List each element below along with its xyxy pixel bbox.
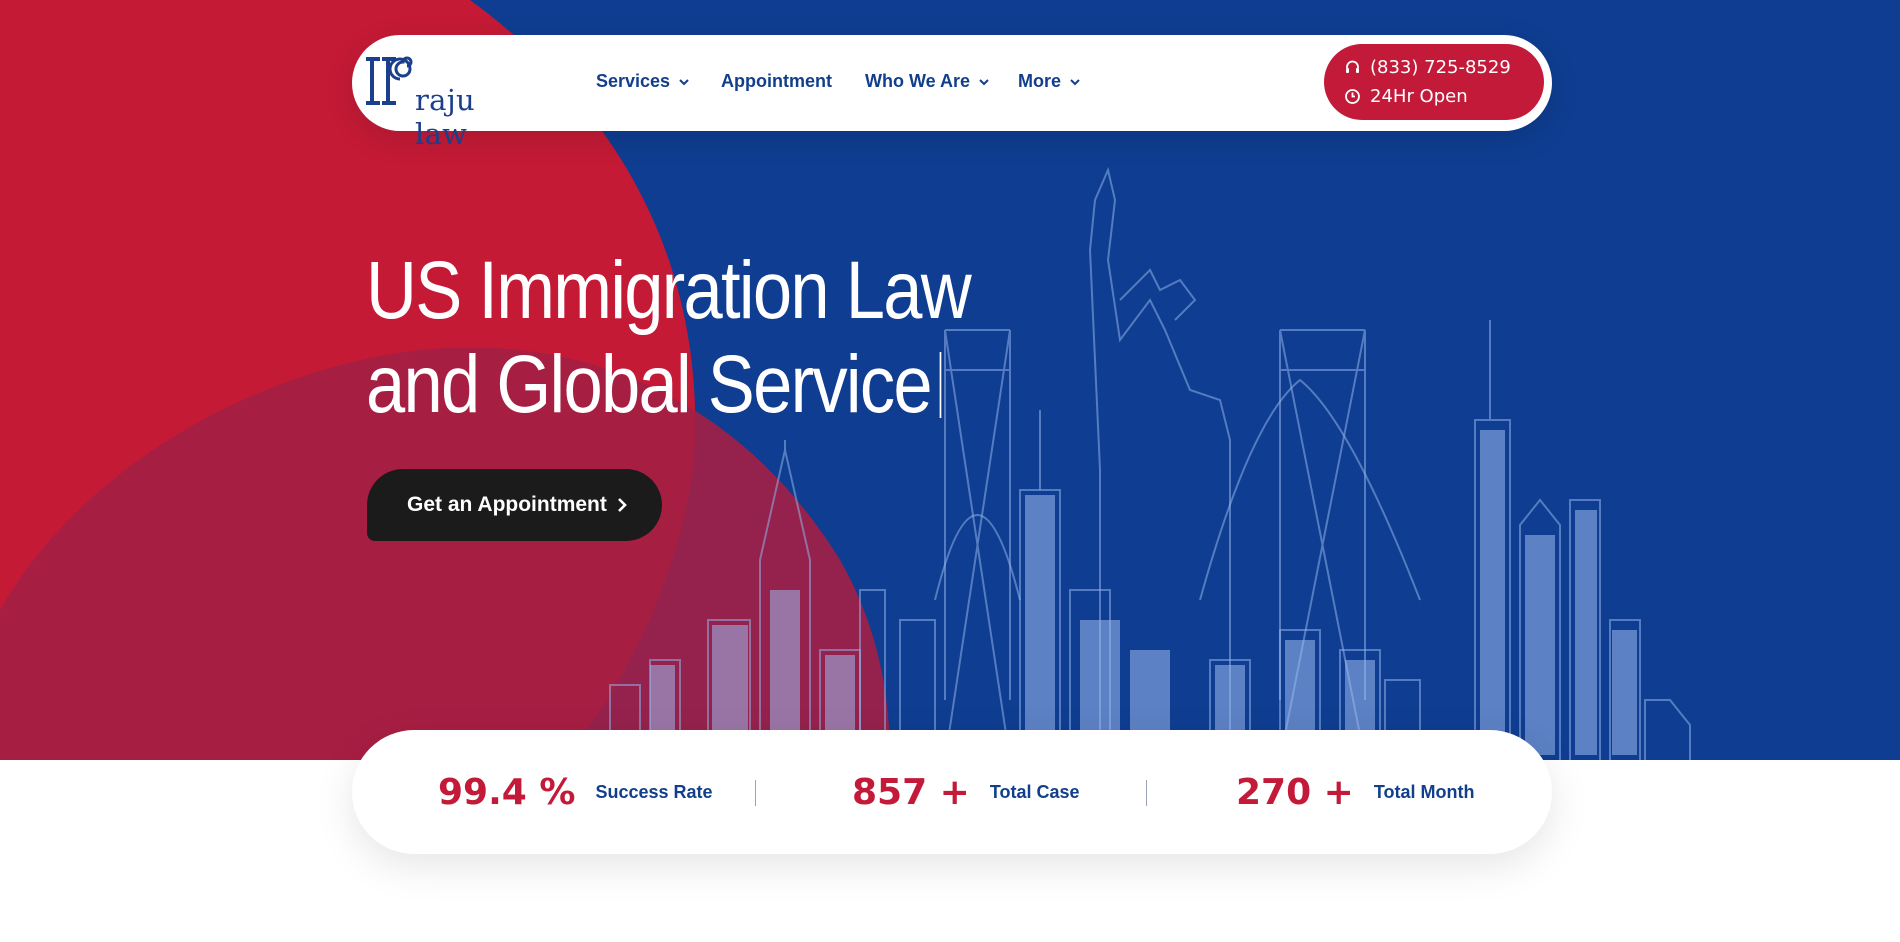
get-appointment-button[interactable]: Get an Appointment bbox=[367, 469, 662, 541]
nav-services-label: Services bbox=[596, 71, 671, 91]
brand-logo[interactable]: raju law bbox=[360, 51, 530, 151]
nav-more-label: More bbox=[1018, 71, 1062, 91]
nav-services[interactable]: Services bbox=[596, 71, 689, 92]
stat-divider bbox=[755, 780, 756, 806]
stat-label: Success Rate bbox=[595, 781, 713, 802]
chevron-down-icon bbox=[979, 79, 989, 86]
nav-appointment[interactable]: Appointment bbox=[721, 71, 832, 92]
logo-mark-icon bbox=[366, 56, 413, 105]
stat-label: Total Month bbox=[1373, 781, 1475, 802]
stat-total-case: 857 + Total Case bbox=[852, 730, 1080, 854]
hero-title-line-2: and Global Service bbox=[366, 339, 933, 430]
nav-more[interactable]: More bbox=[1018, 71, 1080, 92]
stats-bar: 99.4 % Success Rate 857 + Total Case 270… bbox=[352, 730, 1552, 854]
hero-title-line-1: US Immigration Law bbox=[366, 245, 972, 336]
chevron-down-icon bbox=[679, 79, 689, 86]
chevron-right-icon bbox=[617, 498, 627, 512]
hero-title: US Immigration Law and Global Service bbox=[366, 244, 972, 432]
phone-number: (833) 725-8529 bbox=[1370, 57, 1511, 78]
hero-title-line-2-wrap: and Global Service bbox=[366, 338, 970, 432]
nav-appointment-label: Appointment bbox=[721, 71, 832, 91]
headset-icon bbox=[1346, 60, 1359, 73]
contact-hours: 24Hr Open bbox=[1344, 86, 1468, 107]
chevron-down-icon bbox=[1070, 79, 1080, 86]
nav-who-we-are-label: Who We Are bbox=[865, 71, 971, 91]
stat-label: Total Case bbox=[989, 781, 1080, 802]
contact-phone[interactable]: (833) 725-8529 bbox=[1344, 57, 1511, 78]
stat-success-rate: 99.4 % Success Rate bbox=[438, 730, 713, 854]
cta-label: Get an Appointment bbox=[407, 493, 607, 516]
contact-pill[interactable]: (833) 725-8529 24Hr Open bbox=[1324, 44, 1544, 120]
clock-icon bbox=[1345, 89, 1360, 104]
stat-value: 857 + bbox=[852, 771, 970, 813]
stat-value: 99.4 % bbox=[438, 771, 576, 813]
opening-hours: 24Hr Open bbox=[1370, 86, 1468, 107]
stat-value: 270 + bbox=[1236, 771, 1354, 813]
typing-caret bbox=[939, 352, 942, 418]
top-navbar: raju law Services Appointment Who We Are… bbox=[352, 35, 1552, 151]
stat-divider bbox=[1146, 780, 1147, 806]
nav-who-we-are[interactable]: Who We Are bbox=[865, 71, 989, 92]
stat-total-month: 270 + Total Month bbox=[1236, 730, 1474, 854]
brand-name: raju law bbox=[415, 83, 476, 151]
